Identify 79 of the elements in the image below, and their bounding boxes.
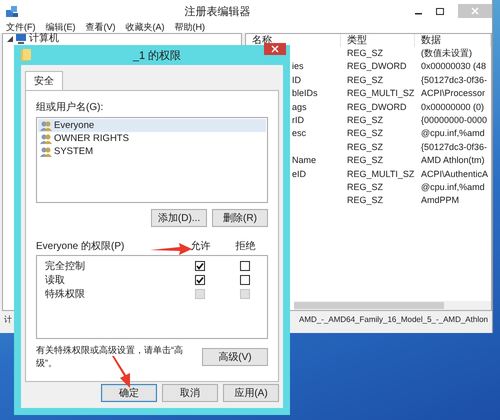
column-header[interactable]: 数据 xyxy=(415,34,491,47)
value-name: ID xyxy=(291,74,302,87)
user-name[interactable]: Everyone xyxy=(54,120,94,131)
menu-item[interactable]: 文件(F) xyxy=(6,22,36,33)
value-type: REG_MULTI_SZ xyxy=(346,87,415,100)
registry-icon xyxy=(4,3,20,19)
value-data: {50127dc3-0f36- xyxy=(420,74,488,87)
column-header: 允许 xyxy=(190,240,212,253)
value-type: REG_SZ xyxy=(346,74,384,87)
window-title: 注册表编辑器 xyxy=(184,4,250,18)
value-type: REG_SZ xyxy=(346,114,384,127)
status-text: AMD_-_AMD64_Family_16_Model_5_-_AMD_Athlon xyxy=(299,315,488,324)
user-group-icon xyxy=(40,133,52,144)
user-name[interactable]: OWNER RIGHTS xyxy=(54,133,129,144)
value-name: esc xyxy=(291,127,308,140)
menu-item[interactable]: 帮助(H) xyxy=(174,22,205,33)
user-list[interactable]: Everyone OWNER RIGHTS SYSTEM xyxy=(36,117,268,203)
menu-item[interactable]: 收藏夹(A) xyxy=(126,22,164,33)
dialog-button[interactable]: 确定 xyxy=(101,384,157,402)
horizontal-scrollbar[interactable] xyxy=(294,301,491,310)
user-button[interactable]: 添加(D)... xyxy=(151,209,207,227)
minimize-icon xyxy=(415,13,422,15)
checkbox[interactable] xyxy=(240,261,250,271)
folder-icon xyxy=(21,49,31,61)
value-data: 0x00000000 (0) xyxy=(420,100,486,114)
user-button[interactable]: 删除(R) xyxy=(212,209,268,227)
menu-item[interactable]: 编辑(E) xyxy=(46,22,76,33)
permission-name: 完全控制 xyxy=(45,260,86,273)
permissions-label: Everyone 的权限(P) xyxy=(36,240,124,253)
value-type: REG_SZ xyxy=(346,194,384,208)
user-name[interactable]: SYSTEM xyxy=(54,146,94,157)
value-data: AMD Athlon(tm) xyxy=(420,154,486,168)
value-name: ies xyxy=(291,60,305,74)
maximize-icon xyxy=(436,8,444,14)
advanced-button[interactable]: 高级(V) xyxy=(202,348,268,366)
value-type: REG_SZ xyxy=(346,140,384,154)
value-type: REG_MULTI_SZ xyxy=(346,168,415,181)
tab[interactable]: 安全 xyxy=(25,71,63,90)
permission-name: 读取 xyxy=(45,274,66,287)
status-text: 计 xyxy=(4,314,12,325)
column-header[interactable]: 类型 xyxy=(341,34,415,47)
value-name: Name xyxy=(291,154,318,168)
value-data: 0x00000030 (48 xyxy=(420,60,488,74)
tree-item[interactable]: 计算机 xyxy=(29,34,59,44)
value-data: @cpu.inf,%amd xyxy=(420,180,486,194)
annotation-arrow xyxy=(112,356,132,388)
value-type: REG_SZ xyxy=(346,154,384,168)
user-group-icon xyxy=(40,120,52,131)
column-header: 拒绝 xyxy=(234,240,256,253)
user-group-icon xyxy=(40,146,52,157)
permission-name: 特殊权限 xyxy=(45,288,86,301)
checkbox[interactable] xyxy=(240,275,250,285)
value-name: rID xyxy=(291,114,305,127)
value-type: REG_SZ xyxy=(346,127,384,140)
advanced-note: 有关特殊权限或高级设置，请单击“高级”。 xyxy=(36,344,184,370)
group-label: 组或用户名(G): xyxy=(36,100,104,114)
dialog-button[interactable]: 应用(A) xyxy=(223,384,279,402)
close-button[interactable] xyxy=(264,43,286,55)
value-name: eID xyxy=(291,168,308,181)
value-name: bleIDs xyxy=(291,87,319,100)
checkbox[interactable] xyxy=(194,275,204,285)
value-data: {50127dc3-0f36- xyxy=(420,140,488,154)
value-type: REG_DWORD xyxy=(346,100,408,114)
value-data: ACPI\Processor xyxy=(420,87,486,100)
value-type: REG_SZ xyxy=(346,47,384,60)
value-data: ACPI\AuthenticA xyxy=(420,168,490,181)
menu-item[interactable]: 查看(V) xyxy=(86,22,116,33)
value-data: (数值未设置) xyxy=(420,47,473,60)
dialog-title: _1 的权限 xyxy=(132,48,182,62)
value-data: AmdPPM xyxy=(420,194,460,208)
value-data: {00000000-0000 xyxy=(420,114,488,127)
value-data: @cpu.inf,%amd xyxy=(420,127,486,140)
annotation-arrow xyxy=(150,243,192,255)
dialog-button[interactable]: 取消 xyxy=(162,384,218,402)
value-type: REG_DWORD xyxy=(346,60,408,74)
computer-icon xyxy=(15,34,27,44)
checkbox[interactable] xyxy=(194,261,204,271)
value-type: REG_SZ xyxy=(346,180,384,194)
value-name: ags xyxy=(291,100,308,114)
